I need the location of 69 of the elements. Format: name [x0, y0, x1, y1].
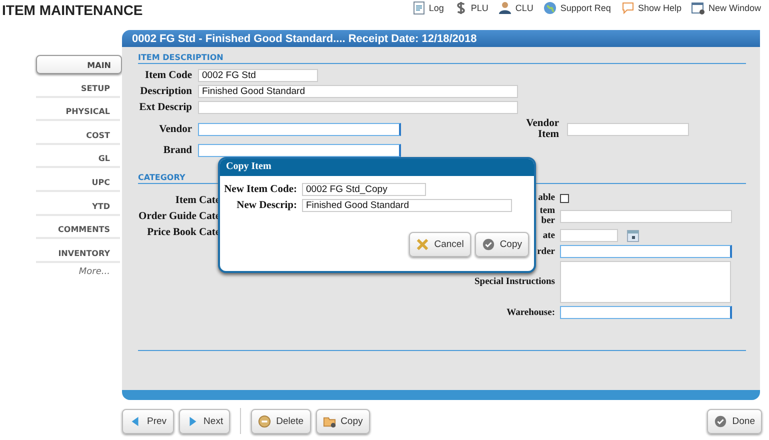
input-field[interactable]: 0002 FG Std	[198, 69, 318, 82]
date-field[interactable]	[560, 229, 618, 242]
toolbar-link[interactable]: Support Req	[543, 1, 611, 15]
input-field[interactable]	[198, 122, 401, 136]
dialog-title: Copy Item	[220, 159, 534, 176]
sidebar-tab[interactable]: UPC	[36, 172, 120, 192]
section-heading: ITEM DESCRIPTION	[138, 53, 746, 64]
input-field[interactable]	[560, 210, 732, 222]
text-area[interactable]	[560, 261, 731, 303]
sidebar-tab[interactable]: INVENTORY	[36, 244, 120, 263]
field-label: able	[537, 193, 555, 203]
field-label: New Descrip:	[236, 200, 297, 211]
input-field[interactable]	[567, 122, 689, 136]
sidebar-tab[interactable]: SETUP	[36, 78, 120, 98]
link-label: CLU	[515, 3, 534, 13]
sidebar-tab[interactable]: YTD	[36, 196, 120, 216]
input-field[interactable]	[560, 306, 732, 319]
sidebar-tab[interactable]: COMMENTS	[36, 220, 120, 240]
link-label: New Window	[708, 3, 761, 13]
input-field[interactable]: 0002 FG Std_Copy	[302, 183, 426, 196]
sidebar-tab[interactable]: GL	[36, 149, 120, 168]
cross-icon	[416, 238, 430, 251]
field-label: Ext Descrip	[138, 102, 192, 113]
field-label: Vendor Item	[525, 118, 559, 140]
sidebar-tab[interactable]: MAIN	[36, 55, 122, 74]
field-label: Brand	[162, 145, 192, 156]
minus-circle-icon	[258, 414, 272, 428]
cancel-button[interactable]: Cancel	[409, 232, 471, 257]
field-label: ate	[542, 230, 555, 240]
link-label: Show Help	[638, 3, 682, 13]
field-label: Item Code	[144, 70, 192, 81]
more-link[interactable]: More...	[36, 267, 120, 278]
check-circle-icon	[714, 414, 728, 428]
panel-title: 0002 FG Std - Finished Good Standard.... Receipt Date: 12/18/2018	[122, 30, 760, 47]
field-label: Vendor	[158, 124, 192, 134]
folder-icon	[322, 414, 336, 428]
sidebar-tab[interactable]: COST	[36, 126, 120, 145]
link-label: Log	[428, 3, 444, 13]
input-field[interactable]	[198, 101, 518, 114]
toolbar-link[interactable]: PLU	[454, 1, 488, 15]
checkbox[interactable]	[560, 194, 569, 202]
sidebar-tab[interactable]: PHYSICAL	[36, 102, 120, 122]
field-label: Special Instructions	[474, 277, 555, 287]
link-label: Support Req	[560, 3, 611, 13]
done-button[interactable]: Done	[707, 408, 762, 434]
next-button[interactable]: Next	[178, 408, 230, 434]
toolbar-link[interactable]: New Window	[691, 1, 761, 15]
page-title: ITEM MAINTENANCE	[2, 2, 143, 20]
person-icon	[498, 1, 512, 15]
field-label: New Item Code:	[223, 184, 297, 195]
toolbar-link[interactable]: Log	[412, 1, 444, 15]
copy-button[interactable]: Copy	[316, 408, 370, 434]
delete-button[interactable]: Delete	[251, 408, 311, 434]
input-field[interactable]	[560, 245, 732, 258]
input-field[interactable]: Finished Good Standard	[302, 199, 512, 212]
field-label: rder	[536, 246, 555, 256]
field-label: Warehouse:	[506, 308, 555, 318]
field-label: tem ber	[538, 206, 555, 226]
field-label: Description	[139, 86, 192, 97]
prev-button[interactable]: Prev	[122, 408, 174, 434]
copy-button[interactable]: Copy	[474, 232, 529, 257]
calendar-icon[interactable]	[627, 230, 639, 242]
check-circle-icon	[482, 238, 495, 251]
link-label: PLU	[470, 3, 488, 13]
input-field[interactable]	[198, 144, 401, 157]
toolbar-link[interactable]: CLU	[498, 1, 534, 15]
input-field[interactable]: Finished Good Standard	[198, 85, 518, 98]
globe-icon	[543, 1, 558, 15]
toolbar-link[interactable]: Show Help	[620, 1, 682, 15]
